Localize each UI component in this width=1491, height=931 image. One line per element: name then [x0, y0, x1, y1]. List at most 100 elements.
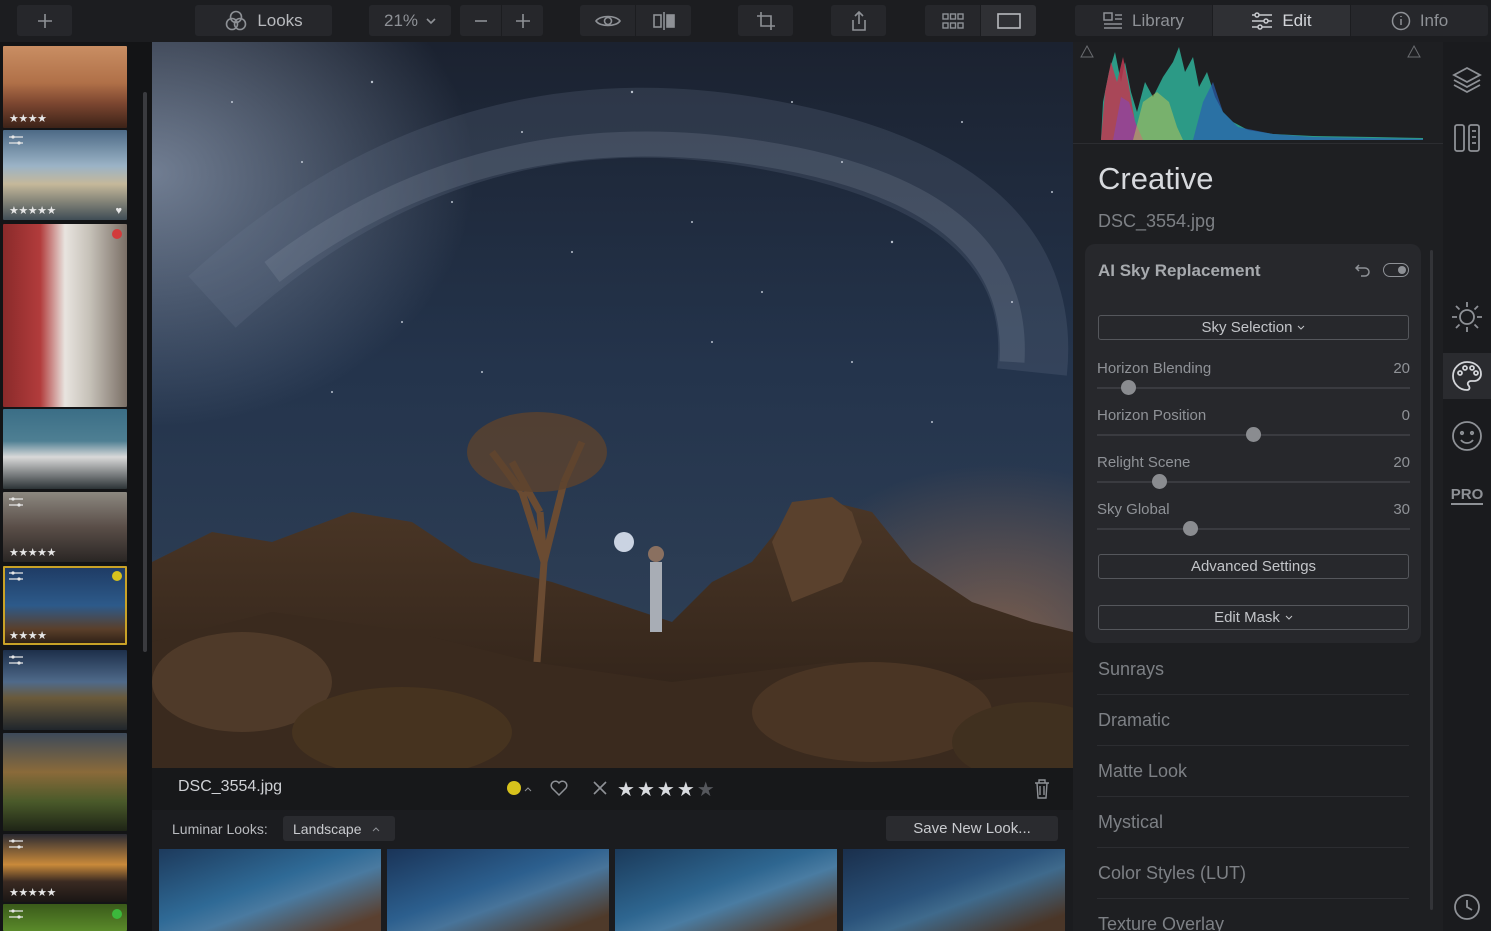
tab-library[interactable]: Library — [1075, 5, 1212, 36]
tool-enable-toggle[interactable] — [1383, 263, 1409, 277]
heart-icon[interactable] — [550, 780, 568, 796]
preview-eye-button[interactable] — [580, 5, 635, 36]
star-rating[interactable]: ★★★★★ — [617, 777, 717, 802]
filmstrip-thumbnail[interactable]: ★★★★ — [3, 46, 127, 128]
thumbnail-rating: ★★★★ — [9, 113, 47, 125]
tool-item[interactable]: Color Styles (LUT) — [1098, 863, 1246, 884]
look-preview-thumbnail[interactable] — [159, 849, 381, 931]
single-view-button[interactable] — [981, 5, 1036, 36]
rating-star[interactable]: ★ — [637, 779, 657, 801]
top-toolbar: Looks 21% Library Edit Info — [0, 0, 1491, 42]
filmstrip-thumbnail[interactable] — [3, 733, 127, 831]
layers-button[interactable] — [1443, 57, 1491, 103]
pro-button[interactable]: PRO — [1443, 473, 1491, 519]
filmstrip-thumbnail[interactable] — [3, 650, 127, 730]
adjusted-sliders-icon — [9, 497, 23, 507]
share-button[interactable] — [831, 5, 886, 36]
zoom-dropdown[interactable]: 21% — [369, 5, 451, 36]
slider-value: 0 — [1401, 407, 1410, 424]
filmstrip-thumbnail[interactable]: ★★★★★ — [3, 834, 127, 902]
creative-button[interactable] — [1443, 353, 1491, 399]
slider-track[interactable] — [1097, 387, 1410, 389]
plus-icon — [515, 13, 530, 28]
rating-star[interactable]: ★ — [617, 779, 637, 801]
slider-track[interactable] — [1097, 528, 1410, 530]
reset-undo-icon[interactable] — [1355, 262, 1371, 278]
grid-view-button[interactable] — [925, 5, 980, 36]
filmstrip-thumbnail[interactable] — [3, 904, 127, 931]
filmstrip-thumbnail[interactable]: ★★★★ — [3, 566, 127, 645]
image-filename: DSC_3554.jpg — [178, 778, 283, 795]
main-photo-canvas[interactable] — [152, 42, 1073, 768]
tool-item[interactable]: Dramatic — [1098, 710, 1170, 731]
filmstrip-thumbnail[interactable] — [3, 224, 127, 407]
zoom-in-button[interactable] — [502, 5, 543, 36]
essentials-sun-icon — [1452, 302, 1482, 332]
liked-heart-icon: ♥ — [115, 205, 122, 217]
zoom-out-button[interactable] — [460, 5, 501, 36]
looks-category-dropdown[interactable]: Landscape — [283, 816, 395, 841]
filmstrip-thumbnail[interactable]: ★★★★★ ♥ — [3, 130, 127, 220]
tool-title: AI Sky Replacement — [1098, 261, 1261, 280]
rating-star[interactable]: ★ — [657, 779, 677, 801]
save-new-look-label: Save New Look... — [913, 820, 1031, 837]
slider-track[interactable] — [1097, 481, 1410, 483]
divider — [1097, 796, 1409, 797]
looks-category-value: Landscape — [293, 820, 362, 837]
adjusted-sliders-icon — [9, 135, 23, 145]
layout-buttons — [925, 5, 1036, 36]
history-button[interactable] — [1443, 884, 1491, 930]
crop-button[interactable] — [738, 5, 793, 36]
grid-icon — [941, 12, 964, 29]
slider-knob[interactable] — [1246, 427, 1261, 442]
histogram — [1080, 44, 1423, 140]
looks-button[interactable]: Looks — [195, 5, 332, 36]
canvas-button[interactable] — [1443, 115, 1491, 161]
tab-edit[interactable]: Edit — [1213, 5, 1350, 36]
tool-item[interactable]: Sunrays — [1098, 659, 1164, 680]
color-label-dot — [112, 229, 122, 239]
rating-star[interactable]: ★ — [677, 779, 697, 801]
tool-item[interactable]: Matte Look — [1098, 761, 1187, 782]
tool-item[interactable]: Texture Overlay — [1098, 914, 1224, 931]
reject-x-icon[interactable] — [593, 781, 607, 795]
chevron-up-icon[interactable] — [524, 786, 532, 792]
slider-row: Sky Global 30 — [1097, 501, 1410, 536]
portrait-button[interactable] — [1443, 413, 1491, 459]
divider — [1097, 745, 1409, 746]
chevron-down-icon — [426, 17, 436, 24]
advanced-settings-button[interactable]: Advanced Settings — [1098, 554, 1409, 579]
rating-star[interactable]: ★ — [697, 779, 717, 801]
section-title: Creative — [1098, 161, 1214, 196]
slider-knob[interactable] — [1152, 474, 1168, 489]
look-preview-thumbnail[interactable] — [615, 849, 837, 931]
tab-info[interactable]: Info — [1351, 5, 1488, 36]
edit-mask-label: Edit Mask — [1214, 609, 1280, 626]
trash-icon[interactable] — [1034, 779, 1050, 799]
save-new-look-button[interactable]: Save New Look... — [886, 816, 1058, 841]
look-preview-thumbnail[interactable] — [387, 849, 609, 931]
color-label-dot[interactable] — [507, 781, 521, 795]
look-preview-thumbnail[interactable] — [843, 849, 1065, 931]
edit-mask-dropdown[interactable]: Edit Mask — [1098, 605, 1409, 630]
divider — [1073, 143, 1443, 144]
sky-selection-dropdown[interactable]: Sky Selection — [1098, 315, 1409, 340]
add-image-button[interactable] — [17, 5, 72, 36]
divider — [1097, 847, 1409, 848]
tool-item[interactable]: Mystical — [1098, 812, 1163, 833]
filmstrip-thumbnail[interactable] — [3, 409, 127, 489]
sky-selection-label: Sky Selection — [1201, 319, 1293, 336]
tab-edit-label: Edit — [1282, 10, 1312, 30]
filmstrip-thumbnail[interactable]: ★★★★★ — [3, 492, 127, 562]
creative-palette-icon — [1452, 361, 1482, 391]
filmstrip-scrollbar[interactable] — [143, 92, 147, 652]
essentials-button[interactable] — [1443, 294, 1491, 340]
compare-button[interactable] — [636, 5, 691, 36]
panel-scrollbar[interactable] — [1430, 250, 1433, 910]
toggle-knob — [1398, 266, 1406, 274]
share-icon — [851, 10, 866, 31]
thumbnail-rating: ★★★★★ — [9, 205, 56, 217]
slider-knob[interactable] — [1120, 380, 1136, 395]
color-label-dot — [112, 571, 122, 581]
adjusted-sliders-icon — [9, 655, 23, 665]
